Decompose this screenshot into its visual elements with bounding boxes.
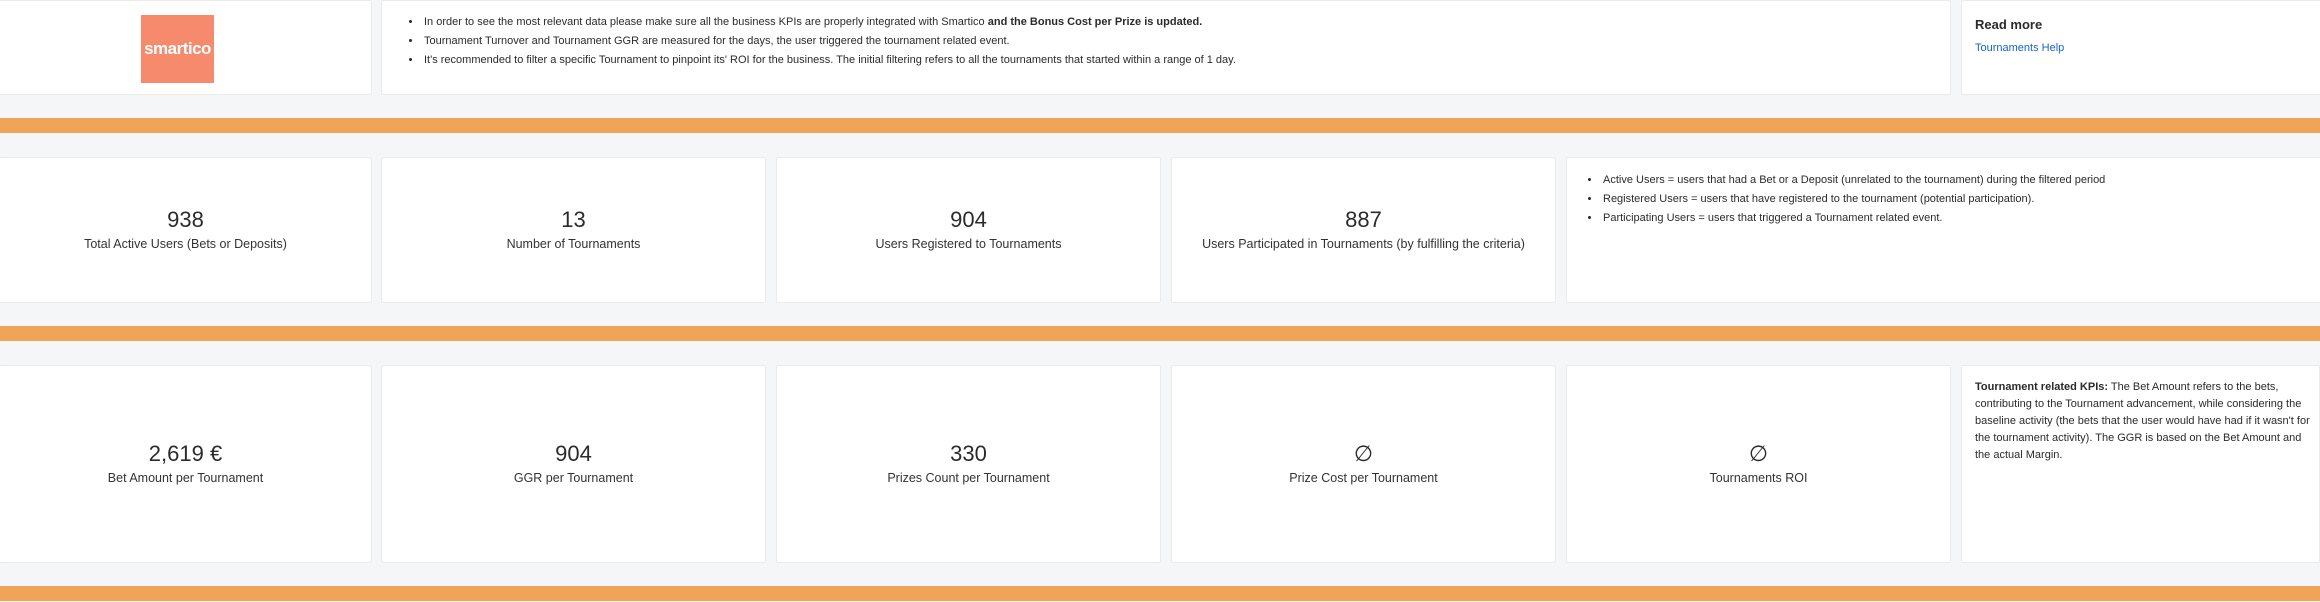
definition-item: Registered Users = users that have regis… <box>1601 190 2320 209</box>
note-item: It's recommended to filter a specific To… <box>422 51 1938 70</box>
kpi-value: 2,619 € <box>148 441 223 466</box>
kpi-description-title: Tournament related KPIs: <box>1975 381 2109 393</box>
kpi-value: ∅ <box>1748 441 1769 466</box>
definition-item: Active Users = users that had a Bet or a… <box>1601 171 2320 190</box>
kpi-value: 904 <box>950 207 987 232</box>
kpi-value: 904 <box>555 441 592 466</box>
kpi-label: Number of Tournaments <box>506 237 641 251</box>
kpi-value: 938 <box>167 207 204 232</box>
kpi-label: Users Participated in Tournaments (by fu… <box>1202 237 1525 251</box>
read-more-card: Read more Tournaments Help <box>1961 0 2320 95</box>
kpi-description: Tournament related KPIs: The Bet Amount … <box>1975 379 2319 464</box>
kpi-description-text: The Bet Amount refers to the bets, contr… <box>1975 381 2310 461</box>
kpi-label: Bet Amount per Tournament <box>107 471 264 485</box>
smartico-logo: smartico <box>141 15 214 83</box>
kpi-bet-amount: 2,619 € Bet Amount per Tournament <box>0 365 372 563</box>
kpi-tournaments-roi: ∅ Tournaments ROI <box>1566 365 1951 563</box>
kpi-label: Prizes Count per Tournament <box>887 471 1050 485</box>
definitions-card: Active Users = users that had a Bet or a… <box>1566 157 2320 303</box>
section-divider <box>0 118 2320 133</box>
kpi-prizes-count: 330 Prizes Count per Tournament <box>776 365 1161 563</box>
notes-card: In order to see the most relevant data p… <box>381 0 1951 95</box>
kpi-label: Users Registered to Tournaments <box>875 237 1062 251</box>
definition-item: Participating Users = users that trigger… <box>1601 209 2320 228</box>
read-more-title: Read more <box>1975 17 2043 32</box>
section-divider <box>0 586 2320 601</box>
kpi-label: Total Active Users (Bets or Deposits) <box>84 237 287 251</box>
note-item: Tournament Turnover and Tournament GGR a… <box>422 32 1938 51</box>
kpi-number-of-tournaments: 13 Number of Tournaments <box>381 157 766 303</box>
kpi-prize-cost: ∅ Prize Cost per Tournament <box>1171 365 1556 563</box>
kpi-value: ∅ <box>1353 441 1374 466</box>
notes-list: In order to see the most relevant data p… <box>402 13 1938 70</box>
definitions-list: Active Users = users that had a Bet or a… <box>1581 171 2320 228</box>
kpi-label: Tournaments ROI <box>1709 471 1808 485</box>
kpi-label: Prize Cost per Tournament <box>1289 471 1438 485</box>
kpi-value: 330 <box>950 441 987 466</box>
logo-card: smartico <box>0 0 372 95</box>
kpi-label: GGR per Tournament <box>513 471 634 485</box>
kpi-ggr: 904 GGR per Tournament <box>381 365 766 563</box>
kpi-total-active-users: 938 Total Active Users (Bets or Deposits… <box>0 157 372 303</box>
kpi-value: 13 <box>561 207 586 232</box>
kpi-description-card: Tournament related KPIs: The Bet Amount … <box>1961 365 2320 563</box>
kpi-users-registered: 904 Users Registered to Tournaments <box>776 157 1161 303</box>
note-item: In order to see the most relevant data p… <box>422 13 1938 32</box>
tournaments-help-link[interactable]: Tournaments Help <box>1975 42 2320 54</box>
kpi-users-participated: 887 Users Participated in Tournaments (b… <box>1171 157 1556 303</box>
section-divider <box>0 326 2320 341</box>
kpi-value: 887 <box>1345 207 1382 232</box>
